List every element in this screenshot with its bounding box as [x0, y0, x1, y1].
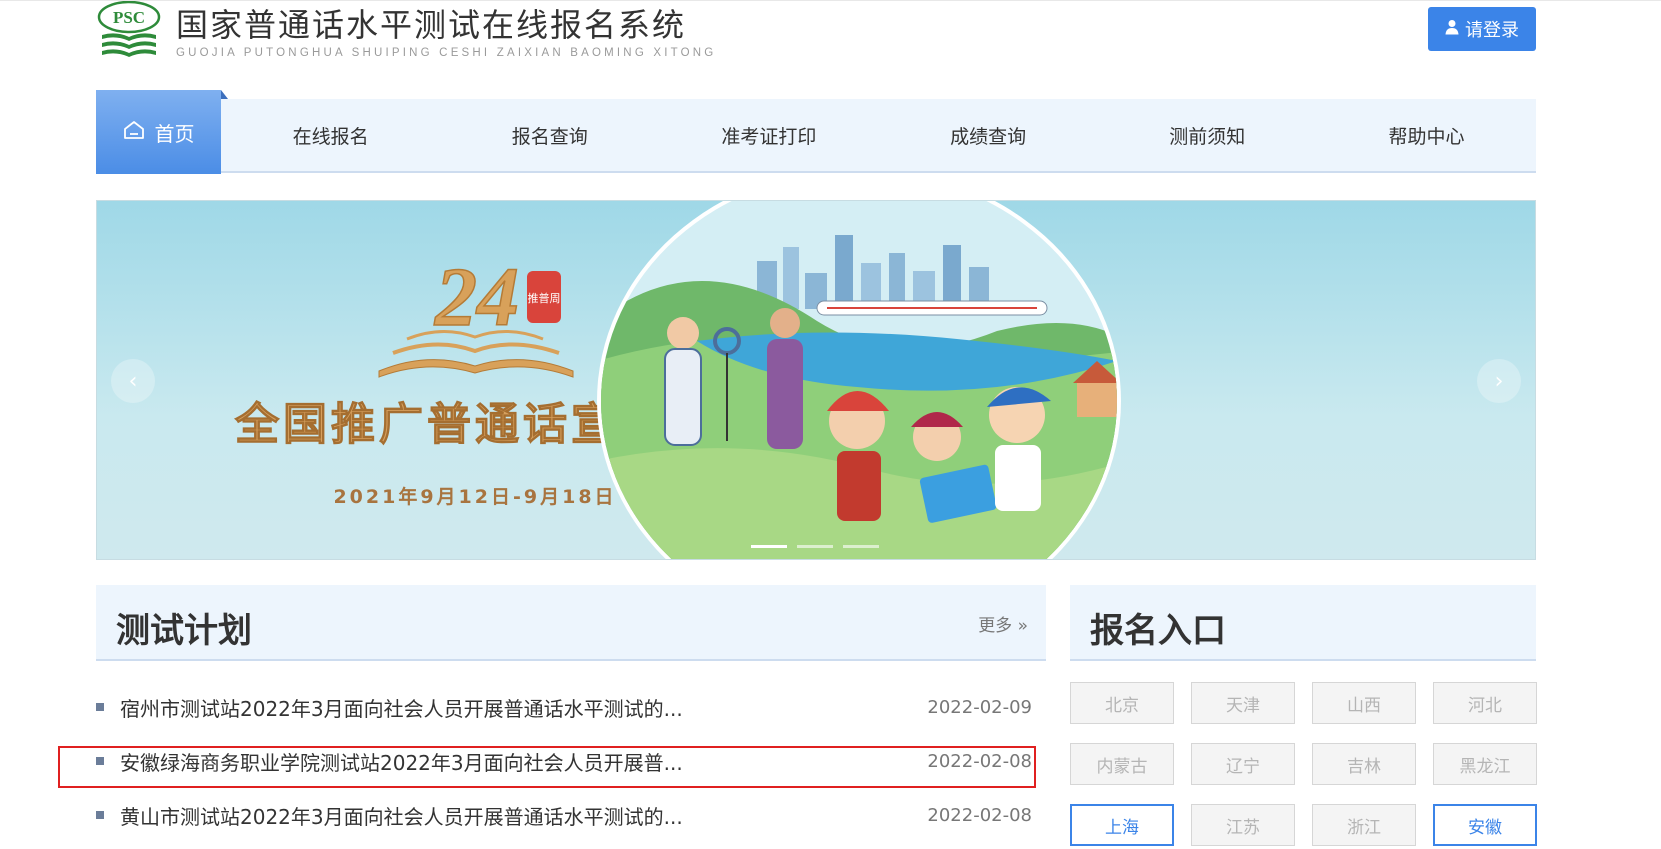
user-icon: [1445, 19, 1459, 40]
banner-carousel[interactable]: 24 推普周 全国推广普通话宣传周 2021年9月12日-9月18日 ‹ ›: [96, 200, 1536, 560]
nav-item-pre-test-notice[interactable]: 测前须知: [1098, 99, 1317, 171]
list-item-title[interactable]: 黄山市测试站2022年3月面向社会人员开展普通话水平测试的...: [120, 801, 927, 830]
list-item-date: 2022-02-08: [927, 804, 1032, 826]
province-button-jiangsu[interactable]: 江苏: [1191, 804, 1295, 846]
registration-entry-title: 报名入口: [1090, 611, 1226, 651]
province-button-beijing[interactable]: 北京: [1070, 682, 1174, 724]
banner-dates: 2021年9月12日-9月18日: [333, 485, 616, 508]
province-button-zhejiang[interactable]: 浙江: [1312, 804, 1416, 846]
banner-prev-button[interactable]: ‹: [111, 359, 155, 403]
province-button-shanghai[interactable]: 上海: [1070, 804, 1174, 846]
site-title-cn: 国家普通话水平测试在线报名系统: [176, 6, 687, 44]
nav-item-score-query[interactable]: 成绩查询: [879, 99, 1098, 171]
nav-home-label: 首页: [154, 121, 195, 146]
bullet-icon: [96, 757, 104, 765]
login-label: 请登录: [1465, 20, 1519, 41]
province-button-neimenggu[interactable]: 内蒙古: [1070, 743, 1174, 785]
nav-items: 在线报名 报名查询 准考证打印 成绩查询 测前须知 帮助中心: [221, 99, 1536, 171]
banner-dot-2[interactable]: [797, 545, 833, 548]
site-title-en: GUOJIA PUTONGHUA SHUIPING CESHI ZAIXIAN …: [176, 47, 717, 59]
logo-text: PSC: [113, 8, 145, 27]
banner-seal-text: 推普周: [528, 291, 561, 305]
bullet-icon: [96, 811, 104, 819]
nav-item-registration-query[interactable]: 报名查询: [440, 99, 659, 171]
banner-next-button[interactable]: ›: [1477, 359, 1521, 403]
site-header: PSC 国家普通话水平测试在线报名系统 GUOJIA PUTONGHUA SHU…: [0, 0, 1661, 90]
province-button-shanxi[interactable]: 山西: [1312, 682, 1416, 724]
site-title: 国家普通话水平测试在线报名系统 GUOJIA PUTONGHUA SHUIPIN…: [176, 5, 716, 60]
banner-pagination: [751, 545, 879, 548]
list-item[interactable]: 安徽绿海商务职业学院测试站2022年3月面向社会人员开展普... 2022-02…: [96, 734, 1046, 788]
psc-logo-icon: PSC: [96, 0, 162, 61]
list-item-date: 2022-02-08: [927, 750, 1032, 772]
nav-item-online-registration[interactable]: 在线报名: [221, 99, 440, 171]
test-plan-title: 测试计划: [116, 611, 252, 651]
province-button-hebei[interactable]: 河北: [1433, 682, 1537, 724]
test-plan-list: 宿州市测试站2022年3月面向社会人员开展普通话水平测试的... 2022-02…: [96, 680, 1046, 842]
province-button-jilin[interactable]: 吉林: [1312, 743, 1416, 785]
list-item[interactable]: 黄山市测试站2022年3月面向社会人员开展普通话水平测试的... 2022-02…: [96, 788, 1046, 842]
test-plan-header: 测试计划 更多 »: [96, 585, 1046, 661]
list-item-title[interactable]: 宿州市测试站2022年3月面向社会人员开展普通话水平测试的...: [120, 693, 927, 722]
province-button-tianjin[interactable]: 天津: [1191, 682, 1295, 724]
province-button-anhui[interactable]: 安徽: [1433, 804, 1537, 846]
home-icon: [123, 120, 145, 145]
province-button-liaoning[interactable]: 辽宁: [1191, 743, 1295, 785]
list-item-title[interactable]: 安徽绿海商务职业学院测试站2022年3月面向社会人员开展普...: [120, 747, 927, 776]
nav-item-admission-ticket-print[interactable]: 准考证打印: [659, 99, 878, 171]
nav-item-home[interactable]: 首页: [96, 90, 228, 174]
nav-item-help-center[interactable]: 帮助中心: [1317, 99, 1536, 171]
province-button-heilongjiang[interactable]: 黑龙江: [1433, 743, 1537, 785]
login-button[interactable]: 请登录: [1428, 7, 1536, 51]
banner-dot-3[interactable]: [843, 545, 879, 548]
test-plan-more-link[interactable]: 更多 »: [978, 611, 1028, 636]
chevron-right-icon: ›: [1494, 368, 1504, 394]
list-item-date: 2022-02-09: [927, 696, 1032, 718]
chevron-left-icon: ‹: [128, 368, 138, 394]
main-nav: 首页 在线报名 报名查询 准考证打印 成绩查询 测前须知 帮助中心: [96, 90, 1536, 174]
logo-block[interactable]: PSC 国家普通话水平测试在线报名系统 GUOJIA PUTONGHUA SHU…: [96, 0, 716, 61]
registration-entry-header: 报名入口: [1070, 585, 1536, 661]
page: PSC 国家普通话水平测试在线报名系统 GUOJIA PUTONGHUA SHU…: [0, 0, 1661, 849]
bullet-icon: [96, 703, 104, 711]
banner-image: 24 推普周 全国推广普通话宣传周 2021年9月12日-9月18日: [234, 201, 1121, 559]
list-item[interactable]: 宿州市测试站2022年3月面向社会人员开展普通话水平测试的... 2022-02…: [96, 680, 1046, 734]
province-grid: 北京 天津 山西 河北 内蒙古 辽宁 吉林 黑龙江 上海 江苏 浙江 安徽: [1070, 682, 1537, 846]
banner-dot-1[interactable]: [751, 545, 787, 548]
